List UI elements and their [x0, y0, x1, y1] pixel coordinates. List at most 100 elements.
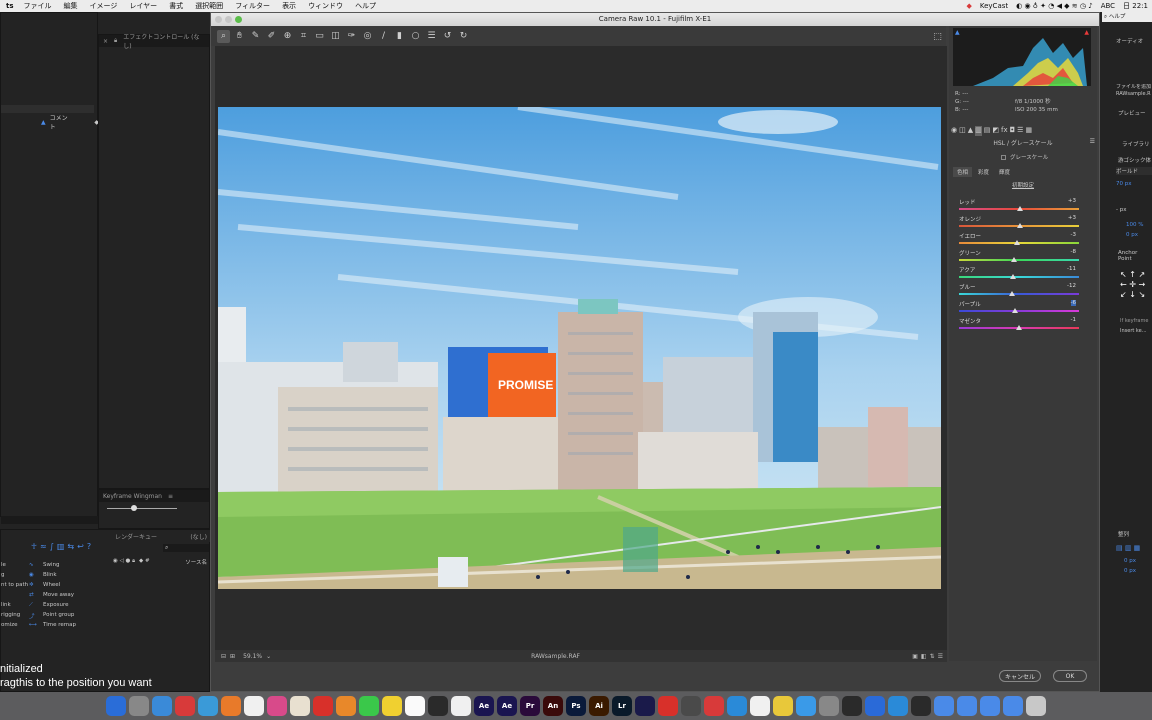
motion-row[interactable]: omize ⟷ Time remap [1, 622, 111, 632]
dock-app-icon[interactable] [796, 696, 816, 716]
target-adjust-icon[interactable]: ⊕ [281, 30, 294, 43]
motion-row[interactable]: ⇄ Move away [1, 592, 111, 602]
settings-view-icon[interactable]: ☰ [938, 653, 943, 660]
slider-track[interactable] [959, 310, 1079, 312]
spot-removal-icon[interactable]: ✑ [345, 30, 358, 43]
bars-icon[interactable]: ▥ [57, 542, 65, 551]
status-icons[interactable]: ◐ ◉ ♁ ✦ ◔ ◀ ◆ ≋ ◷ ♪ [1016, 2, 1093, 10]
slider-track[interactable] [959, 293, 1079, 295]
link-icon[interactable]: ⇆ [67, 542, 74, 551]
motion-row[interactable]: nt to path ✲ Wheel [1, 582, 111, 592]
zoom-out-button[interactable]: ⊟ [221, 653, 226, 660]
compare-view-icon[interactable]: ◧ [921, 653, 927, 660]
camera-calibration-icon[interactable]: ◘ [1010, 126, 1016, 136]
align-tab[interactable]: 整列 [1118, 530, 1129, 538]
dock-app-icon[interactable] [1003, 696, 1023, 716]
slider-value[interactable]: -6 [1070, 300, 1076, 306]
view-mode-buttons[interactable]: ▣ ◧ ⇅ ☰ [912, 653, 947, 660]
dock-app-icon[interactable] [773, 696, 793, 716]
slider-track[interactable] [959, 276, 1079, 278]
hsl-slider-row[interactable]: グリーン -8 [959, 249, 1084, 266]
motion-toolbar[interactable]: ☥ ≈ ∫ ▥ ⇆ ↩ ? [31, 542, 91, 551]
snapshots-icon[interactable]: ▦ [1025, 126, 1032, 136]
slider-value[interactable]: -11 [1067, 266, 1076, 272]
graduated-filter-icon[interactable]: ▮ [393, 30, 406, 43]
menu-edit[interactable]: 編集 [58, 1, 84, 11]
menu-window[interactable]: ウィンドウ [302, 1, 349, 11]
font-family[interactable]: 游ゴシック体 [1118, 156, 1151, 164]
hsl-slider-row[interactable]: アクア -11 [959, 266, 1084, 283]
dock-app-icon[interactable] [911, 696, 931, 716]
motion-row[interactable]: link ⟋ Exposure [1, 602, 111, 612]
timeline-search[interactable]: ⌕ [163, 544, 209, 552]
project-search-bar[interactable] [1, 105, 94, 113]
help-icon[interactable]: ? [87, 542, 91, 551]
baseline-shift[interactable]: 0 px [1126, 232, 1138, 238]
offset-x[interactable]: 0 px [1124, 558, 1136, 564]
comment-column[interactable]: コメント [50, 113, 73, 131]
dock-app-icon[interactable] [842, 696, 862, 716]
hsl-slider-row[interactable]: ブルー -12 [959, 283, 1084, 300]
menu-file[interactable]: ファイル [18, 1, 58, 11]
tab-saturation[interactable]: 彩度 [974, 167, 993, 177]
slider-thumb[interactable] [1008, 291, 1015, 296]
dock-app-icon[interactable] [106, 696, 126, 716]
apple-menu[interactable]: ts [0, 2, 18, 10]
dock-app-icon[interactable] [175, 696, 195, 716]
menu-filter[interactable]: フィルター [229, 1, 276, 11]
dock-app-icon[interactable] [290, 696, 310, 716]
slider-value[interactable]: +3 [1068, 198, 1076, 204]
wave-icon[interactable]: ≈ [40, 542, 47, 551]
dock-app-icon[interactable] [888, 696, 908, 716]
dock-app-icon[interactable] [635, 696, 655, 716]
grayscale-option[interactable]: グレースケール [1001, 153, 1048, 161]
dock-app-icon[interactable]: Pr [520, 696, 540, 716]
grayscale-checkbox[interactable] [1001, 154, 1006, 160]
tag-icon[interactable]: ▲ [41, 119, 46, 126]
slider-thumb[interactable] [1017, 206, 1024, 211]
dock-app-icon[interactable]: Ps [566, 696, 586, 716]
zoom-tool-icon[interactable]: ⌕ [217, 29, 230, 43]
menu-view[interactable]: 表示 [276, 1, 302, 11]
detail-icon[interactable]: ▲ [968, 126, 973, 136]
zoom-level[interactable]: 59.1% [243, 653, 262, 660]
puppet-icon[interactable]: ☥ [31, 542, 37, 551]
lock-icon[interactable]: 🔒︎ [114, 37, 117, 45]
red-eye-icon[interactable]: ◎ [361, 30, 374, 43]
dock-app-icon[interactable] [267, 696, 287, 716]
dock-app-icon[interactable] [727, 696, 747, 716]
keyframe-wingman-tab[interactable]: Keyframe Wingman ≡ [99, 490, 209, 502]
preview-tab[interactable]: プレビュー [1118, 109, 1146, 117]
cancel-button[interactable]: キャンセル [999, 670, 1041, 682]
dock-app-icon[interactable] [865, 696, 885, 716]
minimize-button[interactable] [225, 16, 232, 23]
wingman-slider-thumb[interactable] [131, 505, 137, 511]
close-icon[interactable]: × [103, 38, 108, 45]
basic-tab-icon[interactable]: ◉ [951, 126, 957, 136]
preview-canvas[interactable]: PROMISE [215, 46, 947, 650]
crop-icon[interactable]: ⌗ [297, 30, 310, 43]
hsl-slider-row[interactable]: オレンジ +3 [959, 215, 1084, 232]
dock-app-icon[interactable] [819, 696, 839, 716]
toggle-view-icon[interactable]: ⇅ [930, 653, 935, 660]
menubar-clock[interactable]: 日 22:1 [1123, 1, 1148, 11]
source-name-column[interactable]: ソース名 [185, 558, 211, 567]
tab-hue[interactable]: 色相 [953, 167, 973, 177]
font-size[interactable]: 70 px [1116, 181, 1132, 187]
keycast-icon[interactable]: ◆ [966, 2, 971, 10]
straighten-icon[interactable]: ▭ [313, 30, 326, 43]
dock-app-icon[interactable] [336, 696, 356, 716]
dock-app-icon[interactable] [152, 696, 172, 716]
rotate-left-icon[interactable]: ↺ [441, 30, 454, 43]
dock-app-icon[interactable] [313, 696, 333, 716]
lens-icon[interactable]: ◩ [992, 126, 999, 136]
zoom-dropdown-icon[interactable]: ⌄ [266, 653, 271, 660]
dock-app-icon[interactable] [980, 696, 1000, 716]
dock-app-icon[interactable]: Ae [497, 696, 517, 716]
menu-help[interactable]: ヘルプ [349, 1, 382, 11]
dock-app-icon[interactable] [198, 696, 218, 716]
color-sampler-icon[interactable]: ✐ [265, 30, 278, 43]
radial-filter-icon[interactable]: ○ [409, 30, 422, 43]
preferences-icon[interactable]: ☰ [425, 30, 438, 43]
anchor-grid[interactable]: ↖ ↑ ↗ ← ✛ → ↙ ↓ ↘ [1120, 270, 1152, 300]
